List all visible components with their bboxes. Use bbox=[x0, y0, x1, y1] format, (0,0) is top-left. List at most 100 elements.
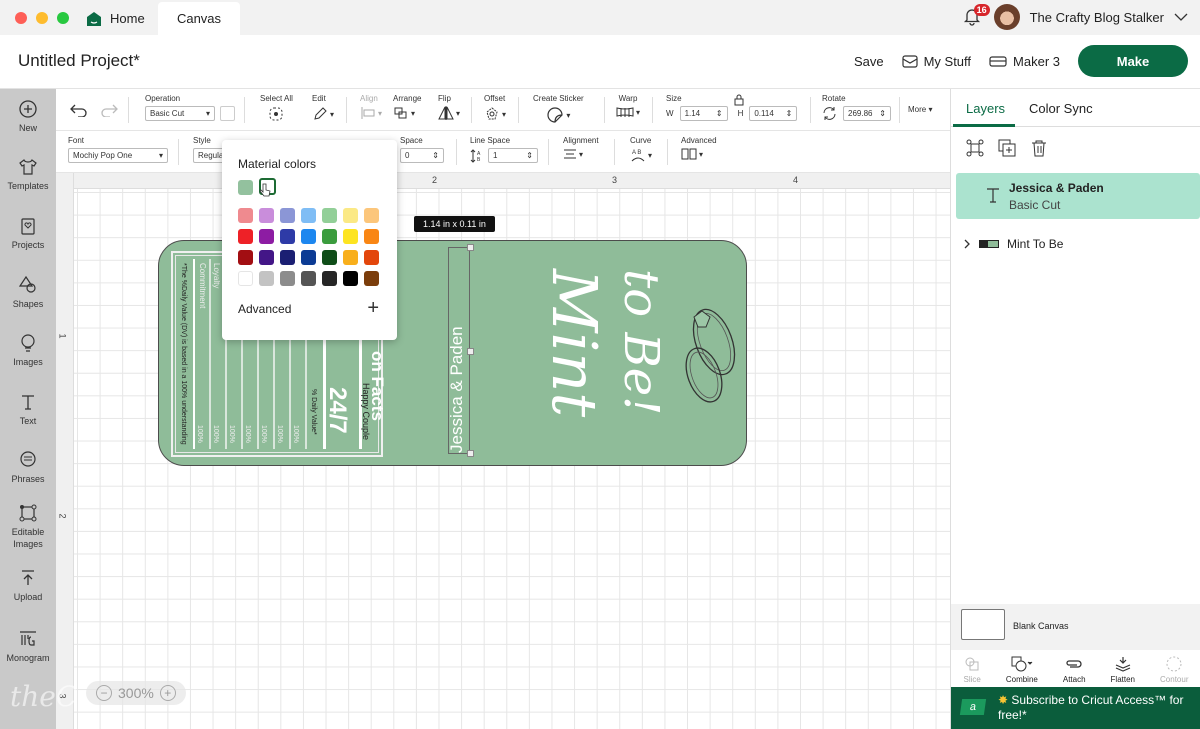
machine-button[interactable]: Maker 3 bbox=[989, 54, 1060, 69]
sidebar-item-projects[interactable]: Projects bbox=[0, 216, 56, 251]
sidebar-item-editable-images[interactable]: Editable Images bbox=[0, 503, 56, 550]
flip-button[interactable]: Flip ▾ bbox=[438, 94, 460, 120]
layer-item[interactable]: Mint To Be bbox=[963, 237, 1063, 251]
tab-color-sync[interactable]: Color Sync bbox=[1029, 101, 1093, 116]
select-all-button[interactable]: Select All bbox=[260, 94, 293, 124]
color-swatch[interactable] bbox=[301, 208, 316, 223]
notifications-button[interactable]: 16 bbox=[962, 4, 990, 28]
sidebar-item-shapes[interactable]: Shapes bbox=[0, 275, 56, 310]
color-swatch[interactable] bbox=[301, 271, 316, 286]
color-swatch[interactable] bbox=[343, 271, 358, 286]
color-swatch[interactable] bbox=[238, 271, 253, 286]
color-swatch[interactable] bbox=[364, 250, 379, 265]
plus-icon[interactable]: + bbox=[367, 298, 379, 318]
color-swatch[interactable] bbox=[364, 271, 379, 286]
sidebar-item-text[interactable]: Text bbox=[0, 392, 56, 427]
chevron-right-icon[interactable] bbox=[963, 239, 971, 249]
current-color-swatch[interactable] bbox=[238, 180, 253, 195]
color-swatch[interactable] bbox=[364, 208, 379, 223]
warp-button[interactable]: Warp ▾ bbox=[616, 94, 640, 118]
align-button[interactable]: Align ▾ bbox=[360, 94, 382, 120]
make-button[interactable]: Make bbox=[1078, 45, 1188, 77]
line-space-input[interactable]: 1 ⇕ bbox=[488, 148, 538, 163]
create-sticker-button[interactable]: Create Sticker ▾ bbox=[533, 94, 584, 124]
undo-icon[interactable] bbox=[70, 103, 88, 117]
color-swatch[interactable] bbox=[364, 229, 379, 244]
more-button[interactable]: More ▾ bbox=[908, 105, 932, 114]
slice-button[interactable]: Slice bbox=[964, 656, 981, 684]
color-swatch[interactable] bbox=[343, 208, 358, 223]
design-canvas[interactable]: 2 3 4 1 2 3 1.14 in x 0.11 in *The %Dail… bbox=[56, 173, 950, 729]
zoom-out-button[interactable]: − bbox=[96, 685, 112, 701]
duplicate-icon[interactable] bbox=[998, 139, 1016, 157]
color-chip[interactable] bbox=[220, 106, 236, 122]
color-swatch[interactable] bbox=[322, 271, 337, 286]
width-input[interactable]: 1.14 ⇕ bbox=[679, 106, 728, 121]
chevron-down-icon[interactable] bbox=[1174, 12, 1188, 22]
color-swatch[interactable] bbox=[301, 250, 316, 265]
curve-button[interactable]: Curve A B ▾ bbox=[630, 136, 652, 162]
color-swatch[interactable] bbox=[280, 229, 295, 244]
my-stuff-button[interactable]: My Stuff bbox=[901, 54, 971, 69]
color-swatch[interactable] bbox=[280, 250, 295, 265]
color-swatch[interactable] bbox=[280, 208, 295, 223]
maximize-window-button[interactable] bbox=[57, 12, 69, 24]
color-swatch[interactable] bbox=[322, 229, 337, 244]
flatten-button[interactable]: Flatten bbox=[1111, 656, 1135, 684]
advanced-button[interactable]: Advanced ▾ bbox=[681, 136, 717, 160]
resize-handle[interactable] bbox=[467, 348, 474, 355]
edit-button[interactable]: Edit ▾ bbox=[312, 94, 334, 122]
color-swatch[interactable] bbox=[259, 271, 274, 286]
tab-canvas[interactable]: Canvas bbox=[158, 2, 240, 35]
blank-canvas-row[interactable]: Blank Canvas bbox=[951, 604, 1200, 650]
combine-button[interactable]: Combine bbox=[1006, 656, 1038, 684]
tab-home[interactable]: Home bbox=[86, 2, 145, 35]
selected-text-names[interactable]: Jessica & Paden bbox=[447, 244, 474, 457]
close-window-button[interactable] bbox=[15, 12, 27, 24]
group-icon[interactable] bbox=[966, 139, 984, 157]
color-swatch[interactable] bbox=[259, 208, 274, 223]
sidebar-item-images[interactable]: Images bbox=[0, 333, 56, 368]
alignment-button[interactable]: Alignment ▾ bbox=[563, 136, 599, 160]
letter-space-input[interactable]: 0 ⇕ bbox=[400, 148, 444, 163]
color-swatch[interactable] bbox=[343, 250, 358, 265]
project-title[interactable]: Untitled Project* bbox=[18, 51, 140, 71]
tab-layers[interactable]: Layers bbox=[966, 101, 1005, 116]
arrange-button[interactable]: Arrange ▾ bbox=[393, 94, 421, 120]
cricut-access-promo[interactable]: a ✸ Subscribe to Cricut Access™ for free… bbox=[951, 687, 1200, 729]
lock-icon[interactable] bbox=[734, 94, 744, 106]
layer-item-selected[interactable]: Jessica & Paden Basic Cut bbox=[956, 173, 1200, 219]
color-swatch[interactable] bbox=[238, 250, 253, 265]
sidebar-item-new[interactable]: New bbox=[0, 99, 56, 134]
color-swatch[interactable] bbox=[343, 229, 358, 244]
sidebar-item-phrases[interactable]: Phrases bbox=[0, 450, 56, 485]
attach-button[interactable]: Attach bbox=[1063, 656, 1086, 684]
sidebar-item-monogram[interactable]: Monogram bbox=[0, 629, 56, 664]
contour-button[interactable]: Contour bbox=[1160, 656, 1188, 684]
sidebar-item-templates[interactable]: Templates bbox=[0, 157, 56, 192]
font-select[interactable]: Mochiy Pop One ▾ bbox=[68, 148, 168, 163]
resize-handle[interactable] bbox=[467, 244, 474, 251]
color-swatch[interactable] bbox=[322, 250, 337, 265]
avatar[interactable] bbox=[993, 4, 1020, 30]
minimize-window-button[interactable] bbox=[36, 12, 48, 24]
advanced-colors-label[interactable]: Advanced bbox=[238, 302, 291, 316]
color-swatch[interactable] bbox=[259, 250, 274, 265]
color-swatch[interactable] bbox=[238, 229, 253, 244]
zoom-in-button[interactable]: + bbox=[159, 685, 176, 701]
color-swatch[interactable] bbox=[301, 229, 316, 244]
operation-select[interactable]: Basic Cut ▾ bbox=[145, 106, 215, 121]
save-button[interactable]: Save bbox=[854, 54, 884, 69]
height-input[interactable]: 0.114 ⇕ bbox=[749, 106, 798, 121]
resize-handle[interactable] bbox=[467, 450, 474, 457]
rotate-input[interactable]: 269.86 ⇕ bbox=[843, 106, 891, 121]
user-name[interactable]: The Crafty Blog Stalker bbox=[1030, 10, 1164, 25]
sidebar-item-upload[interactable]: Upload bbox=[0, 568, 56, 603]
color-swatch[interactable] bbox=[238, 208, 253, 223]
offset-button[interactable]: Offset ▾ bbox=[484, 94, 506, 122]
trash-icon[interactable] bbox=[1030, 139, 1048, 157]
redo-icon[interactable] bbox=[100, 103, 118, 117]
color-swatch[interactable] bbox=[322, 208, 337, 223]
color-swatch[interactable] bbox=[280, 271, 295, 286]
color-swatch[interactable] bbox=[259, 229, 274, 244]
